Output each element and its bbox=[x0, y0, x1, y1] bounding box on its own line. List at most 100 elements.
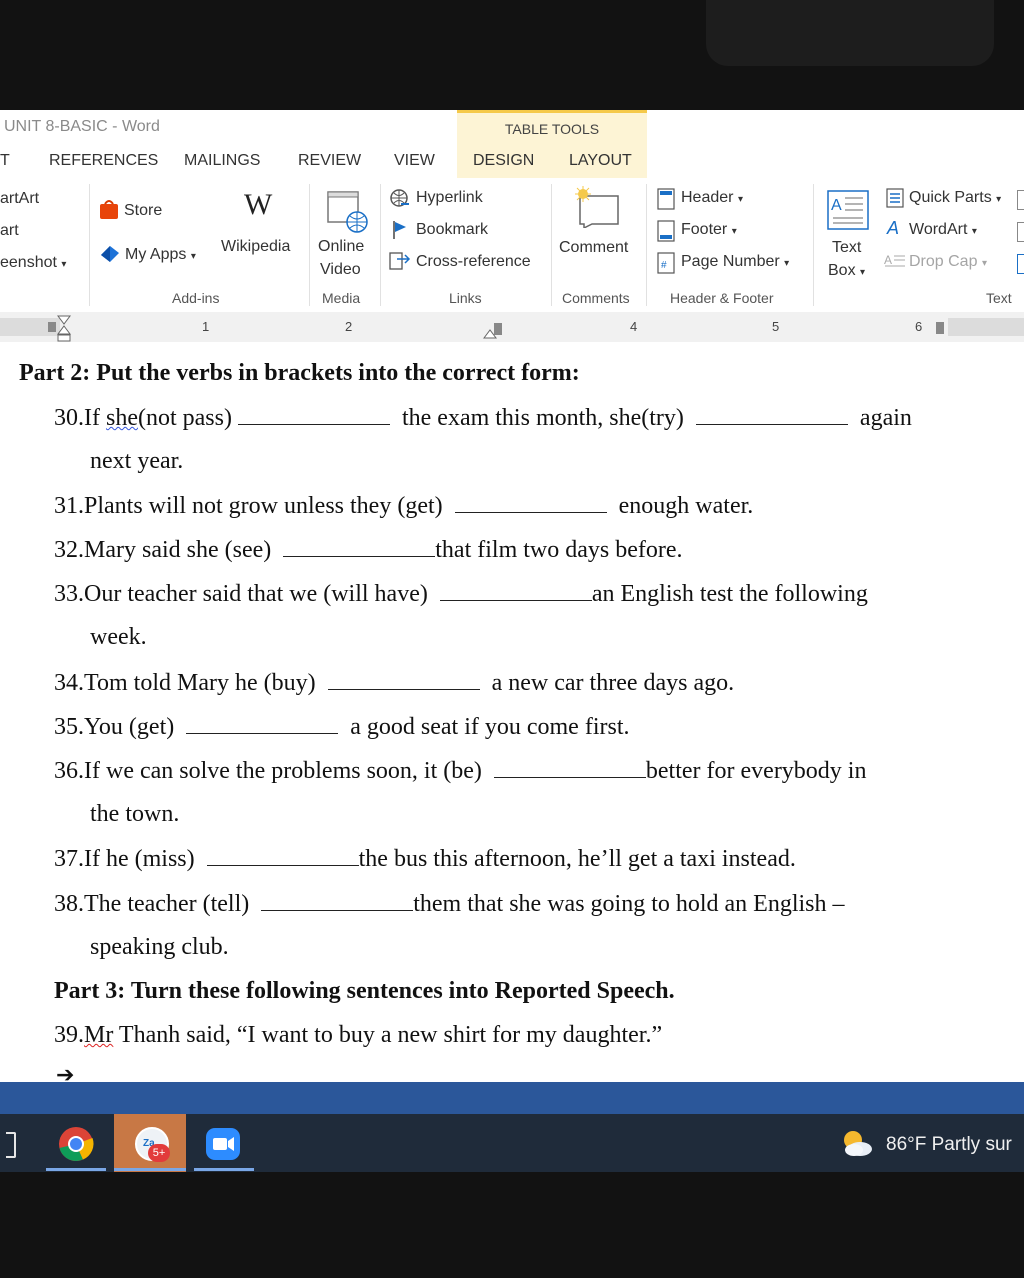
group-addins: Add-ins bbox=[172, 290, 220, 306]
question-38: 38.The teacher (tell) them that she was … bbox=[54, 890, 845, 917]
word-window: UNIT 8-BASIC - Word TABLE TOOLS T REFERE… bbox=[0, 110, 1024, 1082]
question-36: 36.If we can solve the problems soon, it… bbox=[54, 757, 867, 784]
store-icon bbox=[100, 200, 118, 219]
footer-button[interactable]: Footer ▾ bbox=[681, 221, 737, 239]
page-number-button[interactable]: Page Number ▾ bbox=[681, 253, 789, 271]
comment-icon bbox=[575, 186, 619, 228]
page-number-icon: # bbox=[657, 252, 675, 274]
my-apps-button[interactable]: My Apps ▾ bbox=[125, 246, 196, 264]
wordart-button[interactable]: WordArt ▾ bbox=[909, 221, 977, 239]
question-36-cont: the town. bbox=[90, 801, 180, 827]
dropdown-arrow-icon: ▾ bbox=[971, 226, 977, 237]
separator bbox=[89, 184, 90, 306]
smartart-button[interactable]: artArt bbox=[0, 190, 39, 208]
tab-review[interactable]: REVIEW bbox=[298, 152, 361, 170]
bookmark-button[interactable]: Bookmark bbox=[416, 221, 488, 239]
answer-blank[interactable] bbox=[186, 713, 339, 734]
drop-cap-button[interactable]: Drop Cap ▾ bbox=[909, 253, 987, 271]
tab-mailings[interactable]: MAILINGS bbox=[184, 152, 260, 170]
svg-text:A: A bbox=[884, 253, 892, 267]
online-video-icon bbox=[327, 191, 368, 233]
taskbar: Za 5+ 86°F Partly sur bbox=[0, 1114, 1024, 1172]
header-button[interactable]: Header ▾ bbox=[681, 189, 743, 207]
answer-blank[interactable] bbox=[261, 890, 414, 911]
partly-sunny-icon bbox=[844, 1131, 872, 1156]
question-34: 34.Tom told Mary he (buy) a new car thre… bbox=[54, 669, 735, 696]
dropdown-arrow-icon: ▾ bbox=[784, 258, 790, 269]
answer-blank[interactable] bbox=[695, 404, 848, 425]
question-37: 37.If he (miss) the bus this afternoon, … bbox=[54, 845, 796, 872]
separator bbox=[380, 184, 381, 306]
document-page[interactable]: Part 2: Put the verbs in brackets into t… bbox=[0, 342, 1024, 1082]
part2-heading: Part 2: Put the verbs in brackets into t… bbox=[19, 360, 580, 386]
camera-notch bbox=[706, 0, 994, 66]
dropdown-arrow-icon: ▾ bbox=[996, 194, 1002, 205]
answer-blank[interactable] bbox=[283, 536, 436, 557]
group-header-footer: Header & Footer bbox=[670, 290, 774, 306]
dropdown-arrow-icon: ▾ bbox=[981, 258, 987, 269]
quick-parts-icon bbox=[886, 188, 904, 208]
comment-button[interactable]: Comment bbox=[559, 239, 628, 257]
chrome-icon[interactable] bbox=[56, 1124, 96, 1164]
dropdown-arrow-icon: ▾ bbox=[860, 267, 866, 278]
text-box-label-2[interactable]: Box ▾ bbox=[828, 262, 865, 280]
tab-design[interactable]: DESIGN bbox=[473, 152, 534, 170]
dropdown-arrow-icon: ▾ bbox=[731, 226, 737, 237]
tab-view[interactable]: VIEW bbox=[394, 152, 435, 170]
wikipedia-icon: W bbox=[244, 188, 273, 221]
separator bbox=[551, 184, 552, 306]
store-button[interactable]: Store bbox=[124, 202, 162, 220]
chart-button[interactable]: art bbox=[0, 222, 19, 240]
ruler-mark: 2 bbox=[345, 319, 353, 334]
group-links: Links bbox=[449, 290, 482, 306]
dropdown-arrow-icon: ▾ bbox=[61, 259, 67, 270]
column-marker-icon[interactable] bbox=[48, 322, 56, 332]
wordart-icon: A bbox=[887, 218, 900, 238]
cross-reference-icon bbox=[389, 252, 411, 270]
answer-blank[interactable] bbox=[493, 757, 646, 778]
indent-marker-icon[interactable] bbox=[56, 314, 72, 342]
hyperlink-button[interactable]: Hyperlink bbox=[416, 189, 483, 207]
svg-text:#: # bbox=[661, 260, 667, 271]
online-video-label-1[interactable]: Online bbox=[318, 238, 364, 256]
answer-blank[interactable] bbox=[439, 580, 592, 601]
separator bbox=[813, 184, 814, 306]
question-39: 39.Mr Thanh said, “I want to buy a new s… bbox=[54, 1022, 663, 1048]
zoom-icon[interactable] bbox=[204, 1126, 242, 1162]
svg-text:A: A bbox=[831, 197, 842, 214]
separator bbox=[309, 184, 310, 306]
online-video-label-2[interactable]: Video bbox=[320, 261, 361, 279]
question-35: 35.You (get) a good seat if you come fir… bbox=[54, 713, 630, 740]
dropdown-arrow-icon: ▾ bbox=[190, 251, 196, 262]
weather-text[interactable]: 86°F Partly sur bbox=[886, 1134, 1012, 1156]
bottom-black-bezel bbox=[0, 1172, 1024, 1278]
tab-layout[interactable]: LAYOUT bbox=[569, 152, 632, 170]
wikipedia-button[interactable]: Wikipedia bbox=[221, 238, 290, 256]
quick-parts-button[interactable]: Quick Parts ▾ bbox=[909, 189, 1001, 207]
ribbon: artArt art eenshot ▾ Store My Apps ▾ W W… bbox=[0, 178, 1024, 313]
tab-stop-marker-icon[interactable] bbox=[482, 320, 510, 340]
cross-reference-button[interactable]: Cross-reference bbox=[416, 253, 531, 271]
right-margin-marker-icon[interactable] bbox=[936, 322, 944, 334]
answer-blank[interactable] bbox=[327, 669, 480, 690]
ruler-margin-right bbox=[948, 318, 1024, 336]
ruler-mark: 5 bbox=[772, 319, 780, 334]
signature-line-icon bbox=[1017, 190, 1024, 210]
horizontal-ruler[interactable]: 1 2 4 5 6 bbox=[0, 312, 1024, 343]
answer-blank[interactable] bbox=[206, 845, 359, 866]
question-30: 30.If she(not pass) the exam this month,… bbox=[54, 404, 912, 431]
question-33: 33.Our teacher said that we (will have) … bbox=[54, 580, 868, 607]
text-box-label-1[interactable]: Text bbox=[832, 239, 861, 257]
question-30-cont: next year. bbox=[90, 448, 184, 474]
task-view-icon[interactable] bbox=[6, 1132, 16, 1158]
answer-blank[interactable] bbox=[237, 404, 390, 425]
footer-icon bbox=[657, 220, 675, 242]
answer-blank[interactable] bbox=[454, 492, 607, 513]
screenshot-button[interactable]: eenshot ▾ bbox=[0, 254, 66, 272]
arrow-icon: ➔ bbox=[56, 1068, 75, 1082]
status-bar bbox=[0, 1082, 1024, 1114]
separator bbox=[646, 184, 647, 306]
tab-references[interactable]: REFERENCES bbox=[49, 152, 158, 170]
question-31: 31.Plants will not grow unless they (get… bbox=[54, 492, 754, 519]
tab-insert[interactable]: T bbox=[0, 152, 10, 170]
